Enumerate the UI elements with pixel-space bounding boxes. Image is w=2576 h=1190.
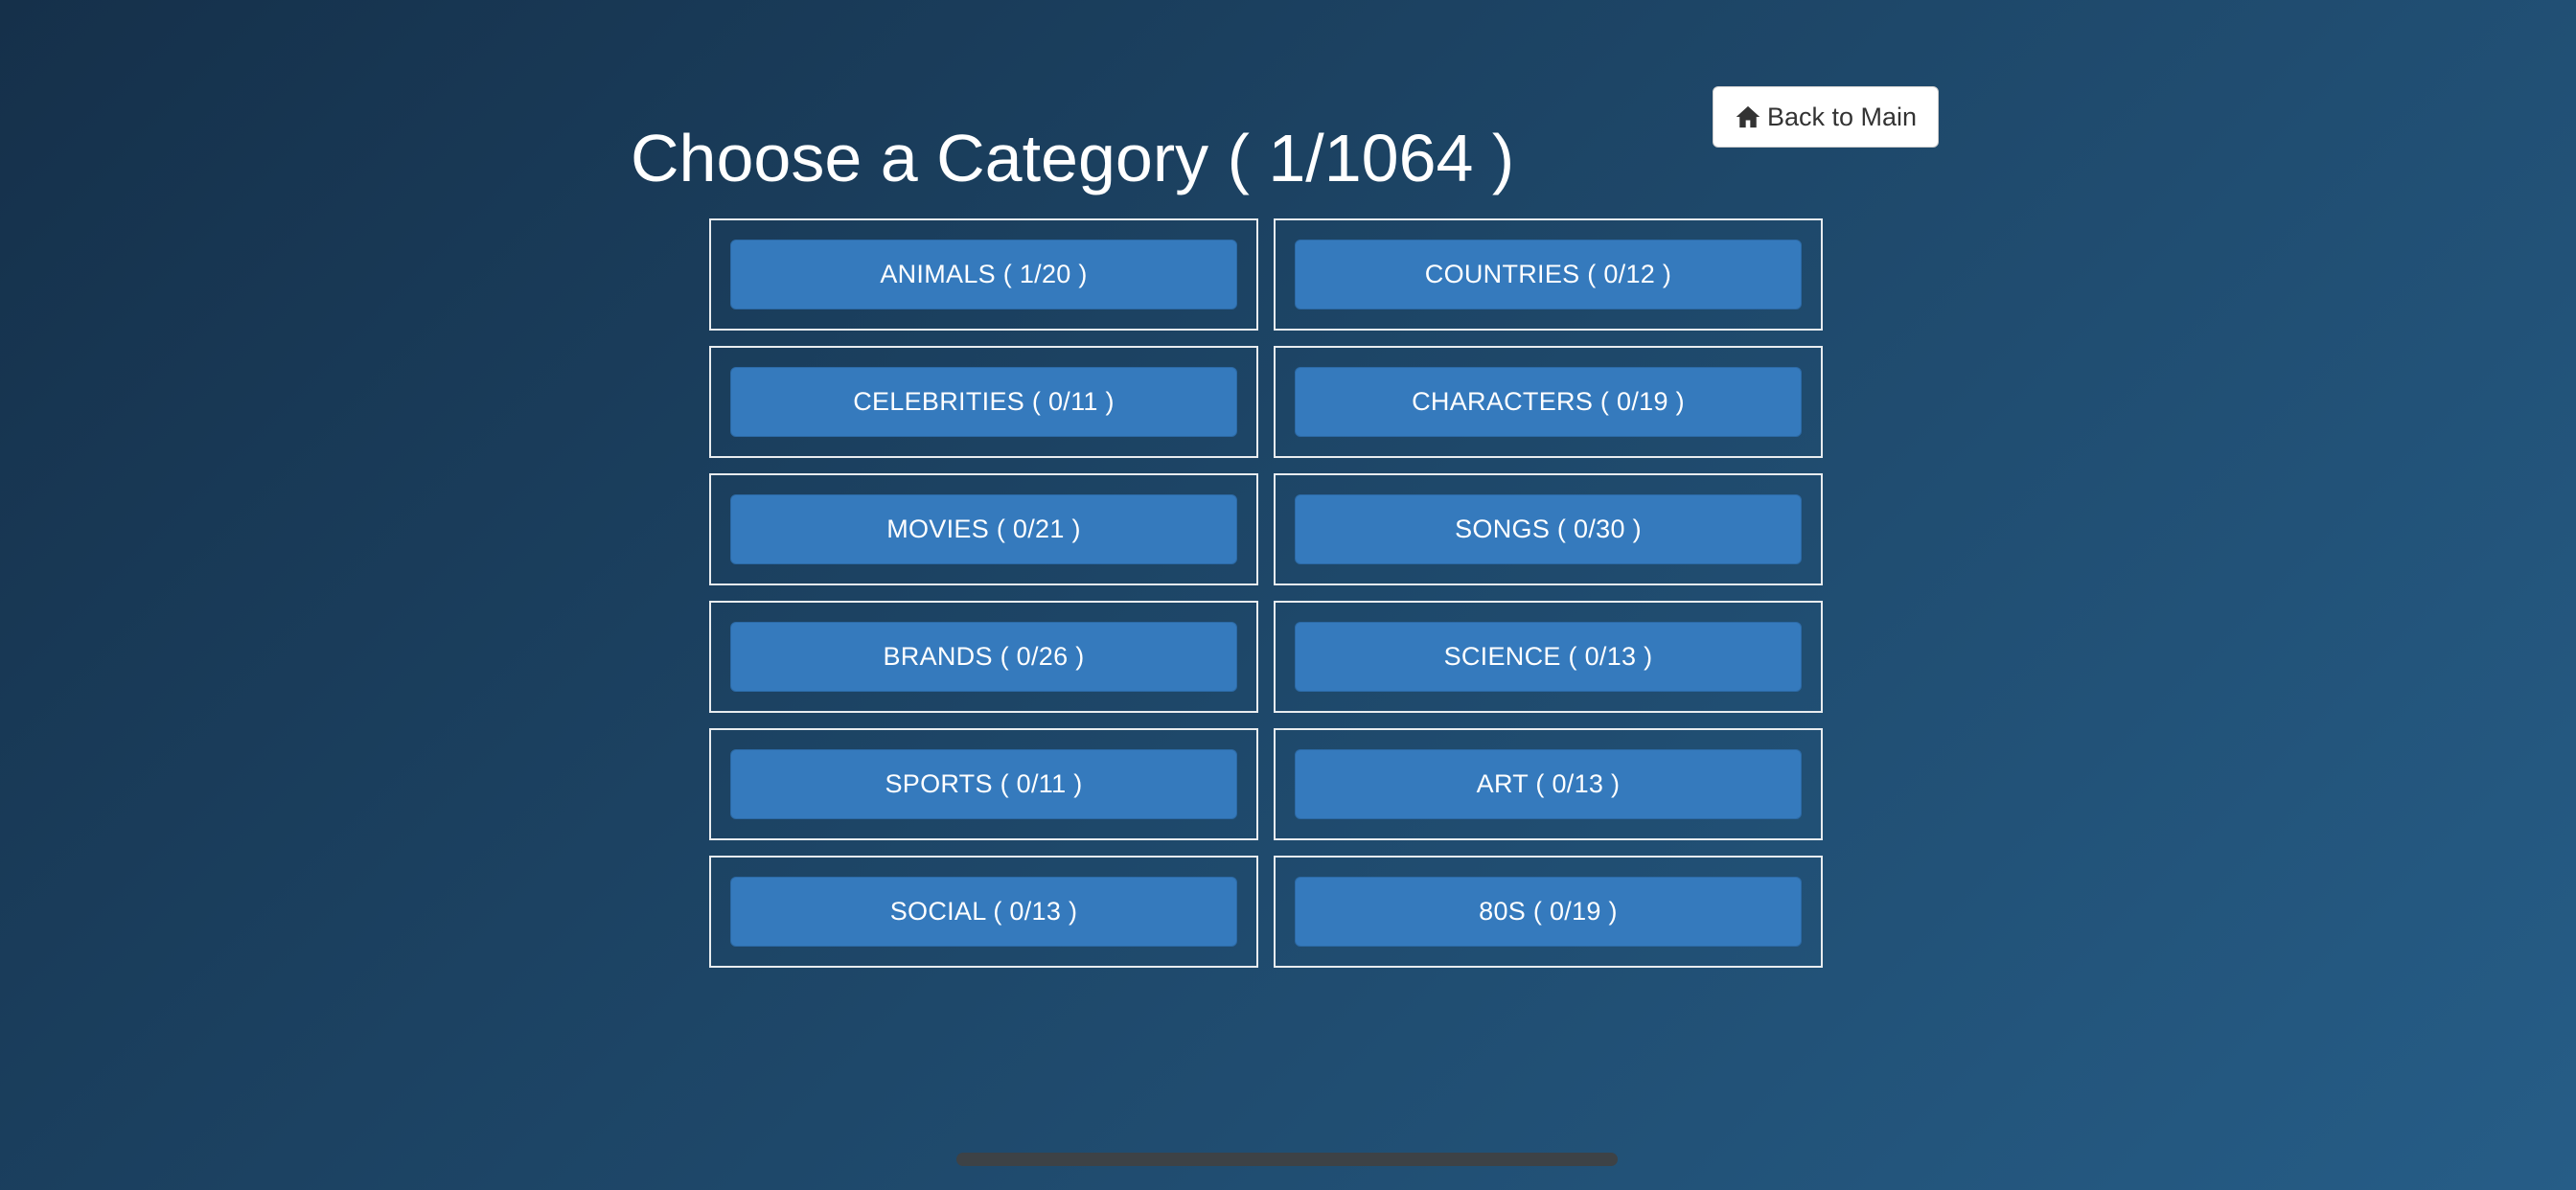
- category-button-80s[interactable]: 80S ( 0/19 ): [1295, 877, 1802, 947]
- category-cell: SOCIAL ( 0/13 ): [709, 856, 1258, 968]
- category-button-sports[interactable]: SPORTS ( 0/11 ): [730, 749, 1237, 819]
- category-button-characters[interactable]: CHARACTERS ( 0/19 ): [1295, 367, 1802, 437]
- category-button-animals[interactable]: ANIMALS ( 1/20 ): [730, 240, 1237, 309]
- category-button-social[interactable]: SOCIAL ( 0/13 ): [730, 877, 1237, 947]
- category-button-science[interactable]: SCIENCE ( 0/13 ): [1295, 622, 1802, 692]
- category-button-art[interactable]: ART ( 0/13 ): [1295, 749, 1802, 819]
- category-cell: SONGS ( 0/30 ): [1274, 473, 1823, 585]
- category-cell: ART ( 0/13 ): [1274, 728, 1823, 840]
- category-cell: 80S ( 0/19 ): [1274, 856, 1823, 968]
- back-to-main-label: Back to Main: [1766, 102, 1918, 131]
- category-button-brands[interactable]: BRANDS ( 0/26 ): [730, 622, 1237, 692]
- category-cell: CHARACTERS ( 0/19 ): [1274, 346, 1823, 458]
- back-to-main-button[interactable]: Back to Main: [1713, 86, 1939, 148]
- category-cell: BRANDS ( 0/26 ): [709, 601, 1258, 713]
- category-grid: ANIMALS ( 1/20 ) COUNTRIES ( 0/12 ) CELE…: [709, 218, 1823, 968]
- category-button-countries[interactable]: COUNTRIES ( 0/12 ): [1295, 240, 1802, 309]
- category-button-celebrities[interactable]: CELEBRITIES ( 0/11 ): [730, 367, 1237, 437]
- category-cell: SCIENCE ( 0/13 ): [1274, 601, 1823, 713]
- home-indicator-bar[interactable]: [956, 1153, 1618, 1166]
- home-icon: [1735, 103, 1761, 130]
- category-cell: ANIMALS ( 1/20 ): [709, 218, 1258, 331]
- category-button-songs[interactable]: SONGS ( 0/30 ): [1295, 494, 1802, 564]
- category-cell: CELEBRITIES ( 0/11 ): [709, 346, 1258, 458]
- category-cell: MOVIES ( 0/21 ): [709, 473, 1258, 585]
- category-cell: SPORTS ( 0/11 ): [709, 728, 1258, 840]
- category-button-movies[interactable]: MOVIES ( 0/21 ): [730, 494, 1237, 564]
- page-title: Choose a Category ( 1/1064 ): [631, 121, 1515, 195]
- category-cell: COUNTRIES ( 0/12 ): [1274, 218, 1823, 331]
